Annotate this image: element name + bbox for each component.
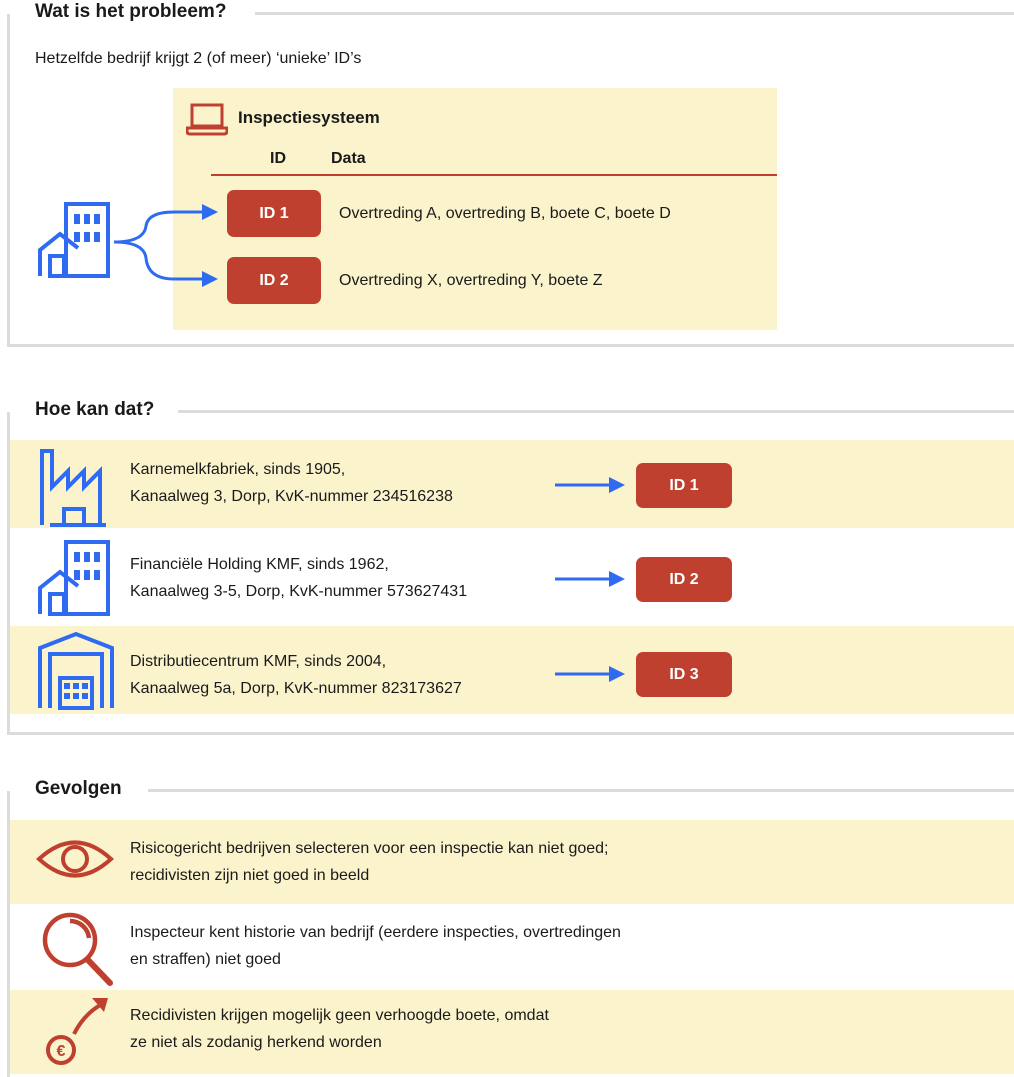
id-badge-3: ID 3 <box>636 652 732 697</box>
section-border-bottom <box>7 344 1014 347</box>
arrow-right-icon <box>555 477 625 493</box>
company-name-line: Financiële Holding KMF, sinds 1962, <box>130 556 389 573</box>
euro-symbol: € <box>57 1043 66 1060</box>
company-description-1: Karnemelkfabriek, sinds 1905, Kanaalweg … <box>130 456 453 510</box>
section-heading-problem: Wat is het probleem? <box>35 1 237 23</box>
problem-subtitle: Hetzelfde bedrijf krijgt 2 (of meer) ‘un… <box>35 50 362 67</box>
section-heading-cause: Hoe kan dat? <box>35 399 165 421</box>
id-badge-2: ID 2 <box>636 557 732 602</box>
company-description-2: Financiële Holding KMF, sinds 1962, Kana… <box>130 551 467 605</box>
company-name-line: Karnemelkfabriek, sinds 1905, <box>130 461 346 478</box>
office-building-icon <box>38 540 110 616</box>
id-badge-1: ID 1 <box>636 463 732 508</box>
company-address-line: Kanaalweg 3-5, Dorp, KvK-nummer 57362743… <box>130 583 468 600</box>
magnifier-icon <box>42 912 113 986</box>
company-name-line: Distributiecentrum KMF, sinds 2004, <box>130 653 387 670</box>
section-border-top <box>255 12 1014 15</box>
section-border-bottom <box>7 732 1014 735</box>
section-heading-consequences: Gevolgen <box>35 778 132 800</box>
company-address-line: Kanaalweg 5a, Dorp, KvK-nummer 823173627 <box>130 680 462 697</box>
section-border-top <box>148 789 1014 792</box>
consequence-text-2: Inspecteur kent historie van bedrijf (ee… <box>130 919 621 973</box>
branch-arrows <box>114 204 218 287</box>
euro-increase-icon: € <box>46 998 108 1065</box>
consequence-line: Recidivisten krijgen mogelijk geen verho… <box>130 1007 549 1024</box>
company-address-line: Kanaalweg 3, Dorp, KvK-nummer 234516238 <box>130 488 453 505</box>
record-data-2: Overtreding X, overtreding Y, boete Z <box>339 272 603 289</box>
column-header-id: ID <box>270 150 286 167</box>
consequence-line: Risicogericht bedrijven selecteren voor … <box>130 840 609 857</box>
company-description-3: Distributiecentrum KMF, sinds 2004, Kana… <box>130 648 462 702</box>
column-header-data: Data <box>331 150 366 167</box>
eye-icon <box>36 840 114 878</box>
id-badge-1: ID 1 <box>227 190 321 237</box>
id-badge-2: ID 2 <box>227 257 321 304</box>
record-data-1: Overtreding A, overtreding B, boete C, b… <box>339 205 671 222</box>
section-border-left <box>7 14 10 346</box>
consequence-text-1: Risicogericht bedrijven selecteren voor … <box>130 835 609 889</box>
warehouse-icon <box>38 631 114 710</box>
consequence-line: ze niet als zodanig herkend worden <box>130 1034 382 1051</box>
factory-icon <box>40 449 106 527</box>
consequence-line: en straffen) niet goed <box>130 951 281 968</box>
section-border-top <box>178 410 1014 413</box>
consequence-text-3: Recidivisten krijgen mogelijk geen verho… <box>130 1002 549 1056</box>
inspection-system-title: Inspectiesysteem <box>238 108 380 127</box>
arrow-right-icon <box>555 571 625 587</box>
consequence-line: Inspecteur kent historie van bedrijf (ee… <box>130 924 621 941</box>
laptop-icon <box>186 103 228 136</box>
consequence-line: recidivisten zijn niet goed in beeld <box>130 867 370 884</box>
office-building-icon <box>38 202 110 278</box>
table-header-divider <box>211 174 777 176</box>
arrow-right-icon <box>555 666 625 682</box>
